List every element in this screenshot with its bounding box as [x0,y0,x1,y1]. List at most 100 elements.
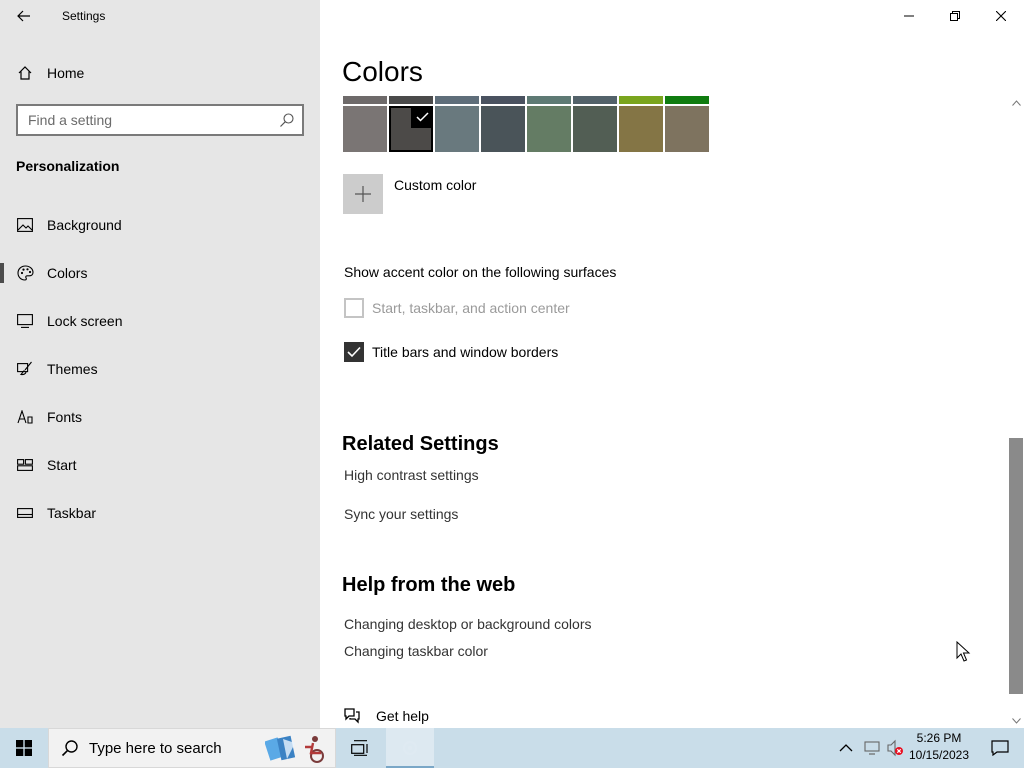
scrollbar[interactable] [1008,96,1024,728]
sidebar: Settings Home Personalization Background… [0,0,320,728]
sidebar-item-label: Colors [47,265,88,281]
custom-color-label: Custom color [394,177,477,193]
swatch-top-row [343,96,711,104]
minimize-icon [904,15,914,17]
mouse-cursor-icon [956,641,971,662]
color-swatch-6[interactable] [619,106,663,152]
windows-logo-icon [16,740,32,756]
checkbox-start-taskbar-label: Start, taskbar, and action center [372,300,570,316]
sidebar-item-background[interactable]: Background [0,205,320,245]
search-highlight-art-icon [265,735,324,763]
sidebar-item-label: Themes [47,361,98,377]
swatch-top-7[interactable] [665,96,709,104]
close-button[interactable] [978,0,1024,32]
get-help-label: Get help [376,708,429,724]
sidebar-item-lock-screen[interactable]: Lock screen [0,301,320,341]
checkbox-title-bars-label: Title bars and window borders [372,344,559,360]
taskbar-search-placeholder: Type here to search [89,739,222,757]
find-setting-input[interactable] [28,112,268,128]
accent-color-swatches [343,106,711,152]
swatch-top-3[interactable] [481,96,525,104]
color-swatch-2[interactable] [435,106,479,152]
get-help-link[interactable]: Get help [343,708,429,724]
taskbar: Type here to search 5:26 PM 10/15/2023 [0,728,1024,768]
show-hidden-icons-chevron-icon[interactable] [838,740,854,756]
start-button[interactable] [0,728,48,768]
volume-muted-icon[interactable] [886,739,904,757]
sidebar-item-home[interactable]: Home [0,57,320,89]
search-icon [61,740,78,757]
color-swatch-5[interactable] [573,106,617,152]
sidebar-item-label: Background [47,217,122,233]
sidebar-item-fonts[interactable]: Fonts [0,397,320,437]
help-from-web-heading: Help from the web [342,574,516,596]
custom-color-button[interactable]: Custom color [343,174,476,214]
swatch-top-2[interactable] [435,96,479,104]
link-sync-settings[interactable]: Sync your settings [344,506,458,522]
swatch-top-4[interactable] [527,96,571,104]
main-content: Colors Custom color Show accent color on… [320,0,1024,728]
selected-checkmark-icon [411,106,433,128]
clock-time: 5:26 PM [916,731,962,745]
clock-date: 10/15/2023 [908,748,970,762]
start-icon [16,456,34,474]
sidebar-item-themes[interactable]: Themes [0,349,320,389]
checkmark-icon [347,346,361,358]
taskbar-search-box[interactable]: Type here to search [48,728,336,768]
checkbox-title-bars[interactable]: Title bars and window borders [344,342,558,362]
sidebar-item-label: Taskbar [47,505,97,521]
action-center-button[interactable] [976,728,1024,768]
page-title: Colors [342,56,423,87]
section-title-personalization: Personalization [16,158,120,174]
back-button[interactable] [8,2,40,30]
taskbar-app-settings[interactable] [386,728,434,768]
surfaces-title: Show accent color on the following surfa… [344,264,617,280]
home-icon [16,64,34,82]
find-setting-search[interactable] [16,104,304,136]
task-view-icon [351,740,368,756]
chat-help-icon [344,708,360,724]
palette-icon [16,264,34,282]
minimize-button[interactable] [886,0,932,32]
brush-icon [16,360,34,378]
swatch-top-5[interactable] [573,96,617,104]
sidebar-item-colors[interactable]: Colors [0,253,320,293]
app-title: Settings [62,9,106,23]
color-swatch-3[interactable] [481,106,525,152]
settings-app-icon [403,741,417,755]
color-swatch-7[interactable] [665,106,709,152]
home-label: Home [47,65,85,81]
sidebar-item-start[interactable]: Start [0,445,320,485]
color-swatch-1[interactable] [389,106,433,152]
link-high-contrast[interactable]: High contrast settings [344,467,479,483]
sidebar-item-label: Lock screen [47,313,123,329]
lock-screen-icon [16,312,34,330]
color-swatch-4[interactable] [527,106,571,152]
link-changing-taskbar-color[interactable]: Changing taskbar color [344,643,488,659]
taskbar-clock[interactable]: 5:26 PM 10/15/2023 [906,730,972,764]
window-controls [886,0,1024,32]
swatch-top-0[interactable] [343,96,387,104]
checkbox-title-bars-box[interactable] [344,342,364,362]
search-icon[interactable] [279,112,295,128]
swatch-top-6[interactable] [619,96,663,104]
image-icon [16,216,34,234]
checkbox-start-taskbar-box[interactable] [344,298,364,318]
related-settings-heading: Related Settings [342,433,499,455]
color-swatch-0[interactable] [343,106,387,152]
task-view-button[interactable] [344,728,376,768]
taskbar-icon [16,504,34,522]
scroll-up-arrow-icon[interactable] [1011,96,1021,110]
back-arrow-icon [17,10,30,22]
swatch-top-1[interactable] [389,96,433,104]
sidebar-item-taskbar[interactable]: Taskbar [0,493,320,533]
scroll-thumb[interactable] [1009,438,1023,694]
fonts-icon [16,408,34,426]
network-icon[interactable] [864,740,880,756]
link-changing-background-colors[interactable]: Changing desktop or background colors [344,616,592,632]
titlebar-left: Settings [0,0,320,32]
checkbox-start-taskbar[interactable]: Start, taskbar, and action center [344,298,570,318]
restore-button[interactable] [932,0,978,32]
scroll-down-arrow-icon[interactable] [1011,714,1021,728]
sidebar-item-label: Fonts [47,409,83,425]
